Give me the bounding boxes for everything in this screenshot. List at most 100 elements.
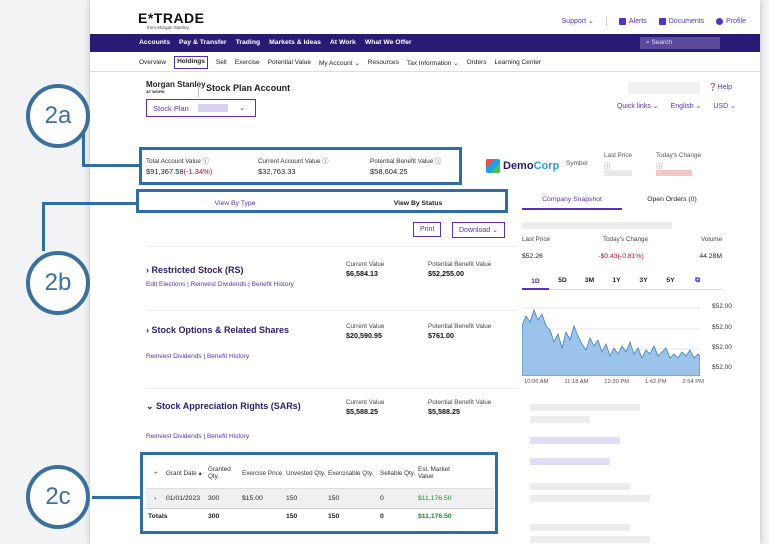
tab-open-orders[interactable]: Open Orders (0) [622,196,722,210]
range-1y[interactable]: 1Y [603,277,630,284]
quote-values: $52.26 -$0.43(-0.81%) 44.28M [522,253,722,260]
redacted-block [530,404,640,411]
range-3m[interactable]: 3M [576,277,603,284]
print-button[interactable]: Print [413,222,442,237]
subnav-exercise[interactable]: Exercise [235,59,260,69]
y-axis-label: $52.00 [712,364,732,371]
label: Potential Benefit Value [428,399,492,406]
range-5y[interactable]: 5Y [657,277,684,284]
snapshot-header-redacted [522,222,722,229]
documents-link[interactable]: Documents [658,17,704,25]
card-potential-benefit: Potential Benefit Value $52,255.00 [428,261,491,278]
redacted-block [656,170,692,176]
subnav-my-account[interactable]: My Account ⌄ [319,59,360,69]
quote-headers: Last Price Today's Change Volume [522,236,722,243]
restricted-stock-card: › Restricted Stock (RS) Edit Elections |… [146,246,518,296]
callout-line [82,164,140,167]
at-work-label: AT WORK [146,89,165,94]
quick-bar: Quick links ⌄ English ⌄ USD ⌄ [617,102,736,110]
amount: $5,588.25 [346,407,378,416]
nav-markets-ideas[interactable]: Markets & Ideas [269,39,321,46]
subnav-sell[interactable]: Sell [216,59,227,69]
x-axis-label: 10:06 AM [524,379,549,385]
language-dropdown[interactable]: English ⌄ [671,102,702,110]
plan-label: Stock Plan [153,104,189,113]
alerts-link[interactable]: Alerts [618,17,647,25]
logo-subtitle: from Morgan Stanley [147,25,189,30]
today-change-label: Today's Change ⓘ [656,152,701,178]
nav-what-we-offer[interactable]: What We Offer [365,39,412,46]
card-potential-benefit: Potential Benefit Value $5,588.25 [428,399,491,416]
callout-line [42,202,138,205]
x-axis-label: 1:42 PM [644,379,667,385]
nav-trading[interactable]: Trading [236,39,261,46]
subnav-learning-center[interactable]: Learning Center [494,59,541,69]
right-tabs: Company Snapshot Open Orders (0) [522,196,722,210]
expand-chart-icon[interactable]: ⧉ [684,277,711,285]
label: Potential Benefit Value [428,323,492,330]
card-potential-benefit: Potential Benefit Value $761.00 [428,323,491,340]
download-button[interactable]: Download ⌄ [452,222,505,238]
card-links[interactable]: Reinvest Dividends | Benefit History [146,353,249,360]
chevron-down-icon: ⌄ [239,103,246,112]
page-title: Stock Plan Account [206,83,291,93]
symbol-label: Symbol [566,160,588,167]
callout-line [92,496,140,499]
subnav-holdings[interactable]: Holdings [174,56,208,69]
label: Current Value [346,323,385,330]
card-links[interactable]: Reinvest Dividends | Benefit History [146,433,249,440]
subnav-overview[interactable]: Overview [139,59,166,69]
card-title[interactable]: › Stock Options & Related Shares [146,325,289,335]
subnav-potential-value[interactable]: Potential Value [268,59,311,69]
redacted-block [604,170,632,176]
redacted-block [628,82,700,94]
redacted-block [522,222,672,229]
nav-pay-transfer[interactable]: Pay & Transfer [179,39,227,46]
last-price-text: Last Price [604,152,632,159]
highlight-box-2a [139,147,462,185]
range-1d[interactable]: 1D [522,278,549,290]
help-label: Help [717,84,732,91]
range-3y[interactable]: 3Y [630,277,657,284]
y-axis-label: $52.00 [712,303,732,310]
redacted-block [530,536,650,543]
etrade-logo[interactable]: E*TRADE [138,10,205,26]
main-nav: Accounts Pay & Transfer Trading Markets … [90,34,760,52]
x-axis-label: 11:18 AM [564,379,589,385]
company-name-part1: Demo [503,160,534,172]
x-axis: 10:06 AM 11:18 AM 12:30 PM 1:42 PM 2:54 … [524,379,704,385]
subnav-orders[interactable]: Orders [467,59,487,69]
range-5d[interactable]: 5D [549,277,576,284]
redacted-block [530,483,630,490]
profile-link[interactable]: Profile [716,17,746,25]
annotation-badge-2b: 2b [26,251,90,315]
card-links[interactable]: Edit Elections | Reinvest Dividends | Be… [146,281,294,288]
redacted-block [530,495,650,502]
quote-header: Last Price [522,236,550,243]
card-title[interactable]: › Restricted Stock (RS) [146,265,244,275]
redacted-block [530,524,630,531]
last-price: $52.26 [522,253,543,260]
tab-company-snapshot[interactable]: Company Snapshot [522,196,622,210]
subnav-resources[interactable]: Resources [368,59,399,69]
nav-accounts[interactable]: Accounts [139,39,170,46]
profile-label: Profile [726,17,746,25]
currency-dropdown[interactable]: USD ⌄ [713,102,736,110]
quick-links-dropdown[interactable]: Quick links ⌄ [617,102,659,110]
sars-card: ⌄ Stock Appreciation Rights (SARs) Reinv… [146,388,518,448]
card-current-value: Current Value $5,588.25 [346,399,384,416]
subnav-tax-information[interactable]: Tax Information ⌄ [407,59,459,69]
nav-at-work[interactable]: At Work [330,39,356,46]
help-link[interactable]: ❓Help [709,83,732,91]
support-link[interactable]: Support ⌄ [562,17,594,25]
callout-line [42,203,45,251]
price-chart [522,307,700,376]
info-icon: ⓘ [604,163,611,170]
bell-icon [618,17,626,25]
card-title[interactable]: ⌄ Stock Appreciation Rights (SARs) [146,401,301,412]
price-area [522,308,700,376]
quote-header: Volume [700,236,722,243]
company-logo: Demo Corp [486,159,559,173]
search-input[interactable]: ⌕ Search [640,37,720,49]
last-price-label: Last Price ⓘ [604,152,632,178]
